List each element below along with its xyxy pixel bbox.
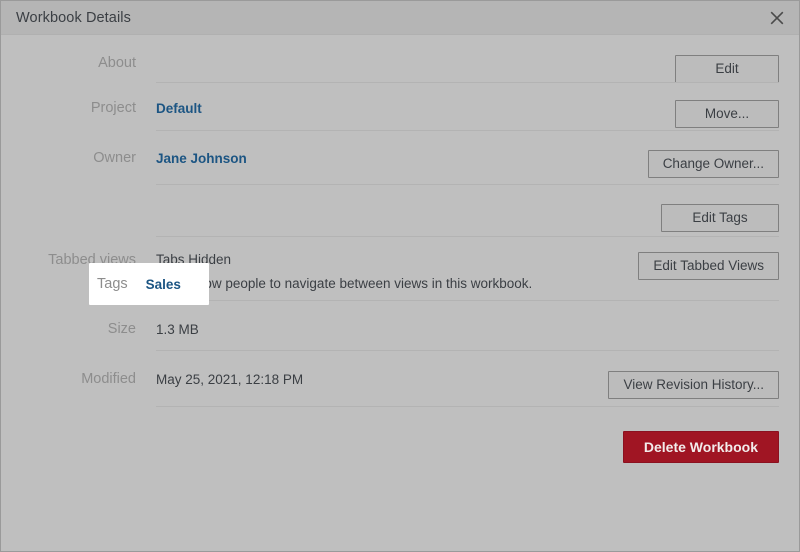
owner-actions: Change Owner... (647, 150, 779, 178)
row-size: Size 1.3 MB (1, 301, 799, 351)
value-modified: May 25, 2021, 12:18 PM (136, 371, 608, 389)
value-tabbed-views: Tabs Hidden Don't allow people to naviga… (136, 252, 638, 291)
tags-actions: Edit Tags (661, 204, 779, 232)
about-actions: Edit (675, 55, 779, 83)
tabbed-views-value: Tabs Hidden (156, 252, 232, 267)
label-owner: Owner (93, 150, 136, 166)
workbook-details-dialog: Workbook Details About Edit Project Defa… (0, 0, 800, 552)
tags-highlight-box: Tags Sales (89, 263, 209, 305)
label-about: About (98, 55, 136, 71)
tabbed-views-actions: Edit Tabbed Views (638, 252, 779, 280)
value-project: Default (136, 100, 675, 118)
label-project: Project (90, 100, 136, 116)
row-owner: Owner Jane Johnson Change Owner... (1, 131, 799, 185)
dialog-titlebar: Workbook Details (1, 1, 799, 35)
change-owner-button[interactable]: Change Owner... (647, 150, 779, 178)
modified-value: May 25, 2021, 12:18 PM (156, 372, 304, 387)
tags-link[interactable]: Sales (146, 277, 181, 292)
label-size: Size (107, 321, 136, 337)
row-project: Project Default Move... (1, 83, 799, 131)
view-revision-history-button[interactable]: View Revision History... (608, 371, 779, 399)
edit-tabbed-views-button[interactable]: Edit Tabbed Views (638, 252, 779, 280)
edit-button[interactable]: Edit (675, 55, 779, 83)
modified-actions: View Revision History... (608, 371, 779, 399)
edit-tags-button[interactable]: Edit Tags (661, 204, 779, 232)
project-actions: Move... (675, 100, 779, 128)
row-about: About Edit (1, 35, 799, 83)
move-button[interactable]: Move... (675, 100, 779, 128)
close-icon[interactable] (763, 4, 791, 32)
label-tags: Tags (97, 276, 128, 292)
dialog-title: Workbook Details (16, 9, 131, 26)
row-delete: Delete Workbook (1, 407, 799, 467)
label-modified: Modified (81, 371, 136, 387)
dialog-body: About Edit Project Default Move... Owner (1, 35, 799, 551)
row-tags: Edit Tags (1, 185, 799, 237)
value-owner: Jane Johnson (136, 150, 648, 168)
delete-workbook-button[interactable]: Delete Workbook (622, 431, 779, 463)
size-value: 1.3 MB (156, 322, 199, 337)
tabbed-views-description: Don't allow people to navigate between v… (156, 276, 533, 291)
owner-link[interactable]: Jane Johnson (156, 151, 247, 166)
value-size: 1.3 MB (136, 321, 779, 339)
project-link[interactable]: Default (156, 101, 202, 116)
row-modified: Modified May 25, 2021, 12:18 PM View Rev… (1, 351, 799, 407)
